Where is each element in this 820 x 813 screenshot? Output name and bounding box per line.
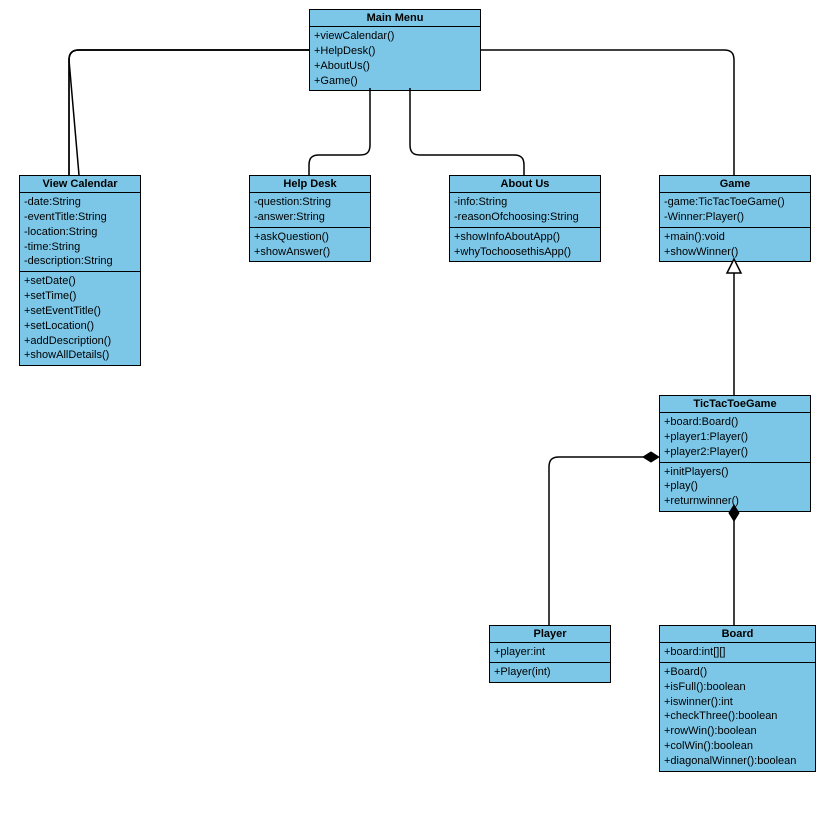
composition-diamond-icon xyxy=(643,452,659,462)
attr: -location:String xyxy=(24,225,136,240)
method: +Player(int) xyxy=(494,665,606,680)
class-board: Board +board:int[][] +Board() +isFull():… xyxy=(659,625,816,772)
method: +showWinner() xyxy=(664,245,806,260)
attr: -answer:String xyxy=(254,210,366,225)
method: +setEventTitle() xyxy=(24,304,136,319)
class-attrs: -question:String -answer:String xyxy=(250,193,370,228)
class-methods: +showInfoAboutApp() +whyTochoosethisApp(… xyxy=(450,228,600,262)
method: +colWin():boolean xyxy=(664,739,811,754)
method: +iswinner():int xyxy=(664,695,811,710)
method: +isFull():boolean xyxy=(664,680,811,695)
attr: -time:String xyxy=(24,240,136,255)
class-attrs: -info:String -reasonOfchoosing:String xyxy=(450,193,600,228)
attr: +board:int[][] xyxy=(664,645,811,660)
method: +setLocation() xyxy=(24,319,136,334)
method: +showAnswer() xyxy=(254,245,366,260)
method: +showAllDetails() xyxy=(24,348,136,363)
class-methods: +initPlayers() +play() +returnwinner() xyxy=(660,463,810,512)
connector-mainmenu-helpdesk xyxy=(309,88,370,175)
method: +setTime() xyxy=(24,289,136,304)
method: +checkThree():boolean xyxy=(664,709,811,724)
connector-mainmenu-aboutus xyxy=(410,88,524,175)
class-attrs: -date:String -eventTitle:String -locatio… xyxy=(20,193,140,272)
method: +whyTochoosethisApp() xyxy=(454,245,596,260)
method: +setDate() xyxy=(24,274,136,289)
method: +play() xyxy=(664,479,806,494)
class-title: About Us xyxy=(450,176,600,193)
method: +returnwinner() xyxy=(664,494,806,509)
attr: -Winner:Player() xyxy=(664,210,806,225)
class-title: TicTacToeGame xyxy=(660,396,810,413)
class-title: Player xyxy=(490,626,610,643)
connector-tictactoe-player xyxy=(549,457,647,625)
attr: -eventTitle:String xyxy=(24,210,136,225)
class-help-desk: Help Desk -question:String -answer:Strin… xyxy=(249,175,371,262)
class-main-menu: Main Menu +viewCalendar() +HelpDesk() +A… xyxy=(309,9,481,91)
connector-mainmenu-viewcalendar xyxy=(69,50,309,175)
connector-mainmenu-game xyxy=(480,50,734,175)
attr: +player:int xyxy=(494,645,606,660)
class-attrs: +player:int xyxy=(490,643,610,663)
class-methods: +askQuestion() +showAnswer() xyxy=(250,228,370,262)
class-title: Board xyxy=(660,626,815,643)
method: +addDescription() xyxy=(24,334,136,349)
method: +askQuestion() xyxy=(254,230,366,245)
attr: +player1:Player() xyxy=(664,430,806,445)
class-attrs: +board:Board() +player1:Player() +player… xyxy=(660,413,810,463)
method: +diagonalWinner():boolean xyxy=(664,754,811,769)
class-title: View Calendar xyxy=(20,176,140,193)
method: +main():void xyxy=(664,230,806,245)
class-attrs: -game:TicTacToeGame() -Winner:Player() xyxy=(660,193,810,228)
attr: -date:String xyxy=(24,195,136,210)
class-methods: +Player(int) xyxy=(490,663,610,682)
method: +viewCalendar() xyxy=(314,29,476,44)
class-view-calendar: View Calendar -date:String -eventTitle:S… xyxy=(19,175,141,366)
class-methods: +main():void +showWinner() xyxy=(660,228,810,262)
class-methods: +Board() +isFull():boolean +iswinner():i… xyxy=(660,663,815,771)
class-player: Player +player:int +Player(int) xyxy=(489,625,611,683)
attr: -reasonOfchoosing:String xyxy=(454,210,596,225)
class-game: Game -game:TicTacToeGame() -Winner:Playe… xyxy=(659,175,811,262)
method: +initPlayers() xyxy=(664,465,806,480)
method: +Game() xyxy=(314,74,476,89)
attr: -question:String xyxy=(254,195,366,210)
method: +showInfoAboutApp() xyxy=(454,230,596,245)
class-attrs: +board:int[][] xyxy=(660,643,815,663)
class-title: Main Menu xyxy=(310,10,480,27)
method: +rowWin():boolean xyxy=(664,724,811,739)
class-tic-tac-toe-game: TicTacToeGame +board:Board() +player1:Pl… xyxy=(659,395,811,512)
attr: -description:String xyxy=(24,254,136,269)
method: +AboutUs() xyxy=(314,59,476,74)
class-methods: +viewCalendar() +HelpDesk() +AboutUs() +… xyxy=(310,27,480,90)
method: +Board() xyxy=(664,665,811,680)
attr: -info:String xyxy=(454,195,596,210)
attr: +player2:Player() xyxy=(664,445,806,460)
class-title: Game xyxy=(660,176,810,193)
class-about-us: About Us -info:String -reasonOfchoosing:… xyxy=(449,175,601,262)
method: +HelpDesk() xyxy=(314,44,476,59)
class-methods: +setDate() +setTime() +setEventTitle() +… xyxy=(20,272,140,365)
attr: +board:Board() xyxy=(664,415,806,430)
attr: -game:TicTacToeGame() xyxy=(664,195,806,210)
class-title: Help Desk xyxy=(250,176,370,193)
